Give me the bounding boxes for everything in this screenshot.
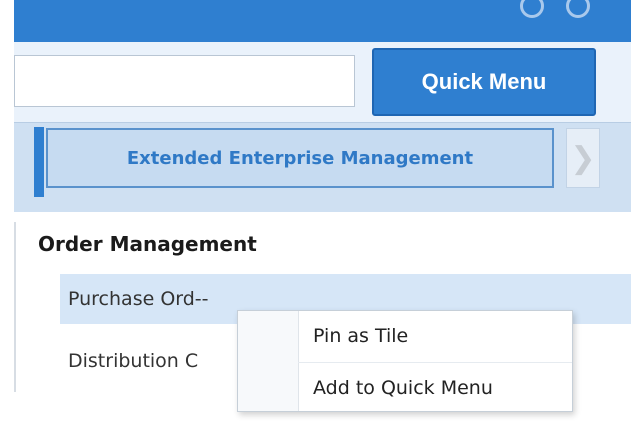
next-tab-icon[interactable]: ❯ — [566, 128, 600, 188]
search-input[interactable] — [14, 55, 355, 107]
tab-extended-enterprise-management[interactable]: Extended Enterprise Management — [46, 128, 554, 188]
settings-icon[interactable] — [520, 0, 544, 18]
help-icon[interactable] — [566, 0, 590, 18]
context-pin-as-tile[interactable]: Pin as Tile — [298, 311, 572, 361]
context-menu-gutter — [238, 311, 299, 411]
top-bar — [14, 0, 631, 42]
quick-menu-button[interactable]: Quick Menu — [372, 48, 596, 116]
tab-bar-bottom — [14, 202, 631, 212]
section-title: Order Management — [38, 232, 257, 256]
tab-edge — [34, 127, 44, 197]
context-add-to-quick-menu[interactable]: Add to Quick Menu — [298, 362, 572, 412]
context-menu: Pin as Tile Add to Quick Menu — [237, 310, 573, 412]
